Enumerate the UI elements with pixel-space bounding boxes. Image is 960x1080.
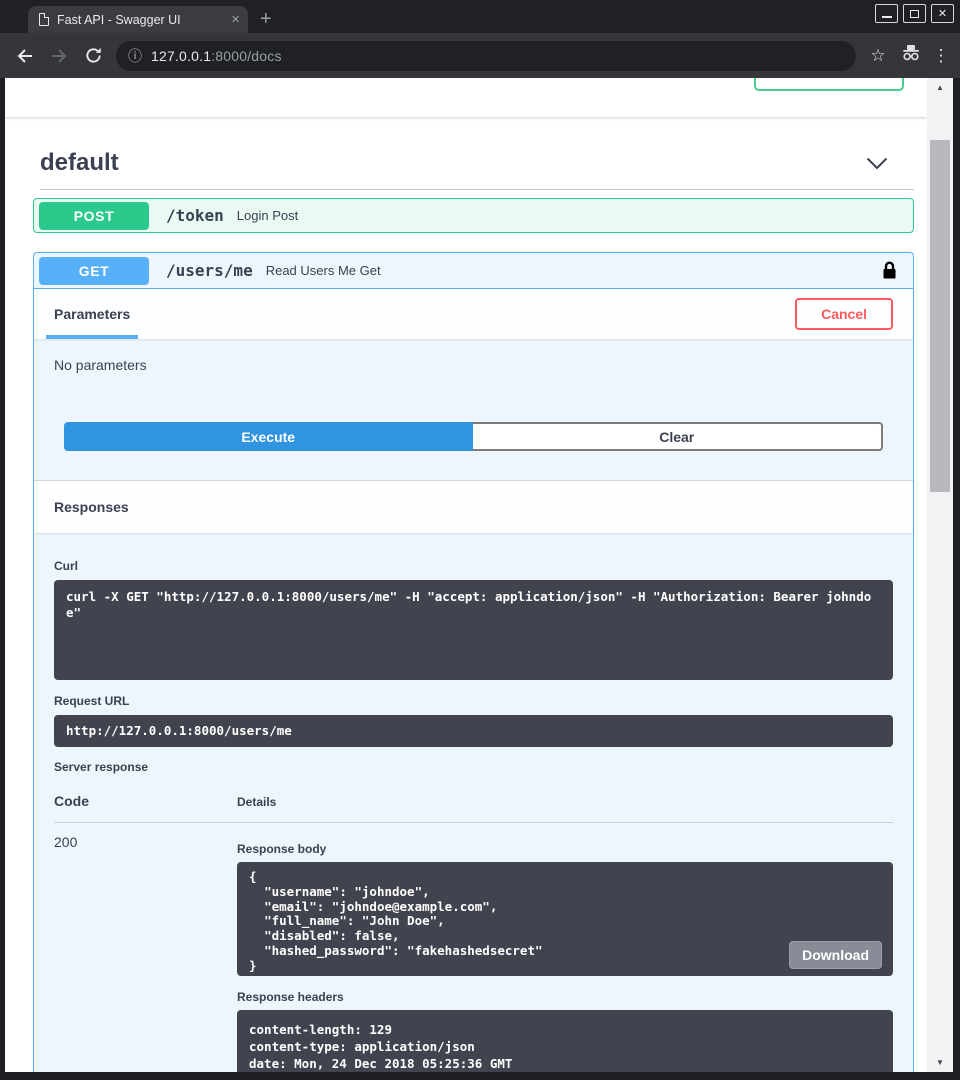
execute-button[interactable]: Execute bbox=[64, 422, 473, 451]
browser-tab[interactable]: Fast API - Swagger UI × bbox=[28, 6, 248, 33]
server-response-label: Server response bbox=[54, 760, 893, 774]
url-text: 127.0.0.1:8000/docs bbox=[151, 48, 282, 64]
cancel-button[interactable]: Cancel bbox=[795, 298, 893, 330]
page-favicon-icon bbox=[39, 13, 49, 26]
site-info-icon[interactable]: ⓘ bbox=[128, 46, 142, 66]
execute-wrapper: Execute Clear bbox=[64, 422, 883, 451]
back-button[interactable] bbox=[8, 46, 42, 66]
toolbar-right-icons: ☆ ⋮ bbox=[866, 44, 950, 67]
scroll-down-icon[interactable]: ▼ bbox=[927, 1058, 953, 1067]
clear-button[interactable]: Clear bbox=[473, 422, 884, 451]
lock-icon bbox=[882, 261, 897, 280]
authorize-button[interactable] bbox=[754, 78, 904, 91]
chevron-down-icon[interactable] bbox=[866, 157, 888, 170]
address-bar[interactable]: ⓘ 127.0.0.1:8000/docs bbox=[116, 41, 856, 71]
url-path: :8000/docs bbox=[211, 48, 282, 64]
no-parameters-text: No parameters bbox=[54, 357, 893, 373]
get-summary: Read Users Me Get bbox=[266, 263, 381, 278]
swagger-page: default POST /token Login Post GET /user… bbox=[5, 78, 927, 1072]
opblock-post-token[interactable]: POST /token Login Post bbox=[33, 198, 914, 233]
details-column-header: Details bbox=[237, 795, 276, 809]
response-details: Response body { "username": "johndoe", "… bbox=[237, 834, 893, 1072]
back-arrow-icon bbox=[15, 46, 35, 66]
maximize-button[interactable] bbox=[903, 4, 926, 23]
reload-icon bbox=[84, 46, 103, 65]
page-scrollbar[interactable]: ▲ ▼ bbox=[927, 78, 953, 1072]
parameters-tab-bar: Parameters Cancel bbox=[34, 289, 913, 339]
response-headers-text: content-length: 129 content-type: applic… bbox=[237, 1010, 893, 1072]
window-controls: ✕ bbox=[875, 4, 954, 23]
bookmark-star-icon[interactable]: ☆ bbox=[866, 46, 890, 66]
responses-title: Responses bbox=[54, 499, 129, 515]
code-column-header: Code bbox=[54, 793, 237, 809]
minimize-icon bbox=[882, 16, 892, 18]
close-window-button[interactable]: ✕ bbox=[931, 4, 954, 23]
tag-title: default bbox=[40, 149, 119, 177]
post-method-badge: POST bbox=[39, 202, 149, 230]
download-button[interactable]: Download bbox=[789, 941, 882, 969]
new-tab-button[interactable]: + bbox=[260, 8, 272, 31]
tag-section-header[interactable]: default bbox=[33, 149, 914, 177]
request-url-value: http://127.0.0.1:8000/users/me bbox=[54, 715, 893, 747]
scrollbar-thumb[interactable] bbox=[930, 140, 950, 492]
get-opblock-header[interactable]: GET /users/me Read Users Me Get bbox=[34, 253, 913, 289]
responses-inner: Curl curl -X GET "http://127.0.0.1:8000/… bbox=[34, 533, 913, 1072]
page-viewport: default POST /token Login Post GET /user… bbox=[5, 78, 953, 1072]
get-method-badge: GET bbox=[39, 257, 149, 285]
response-headers-label: Response headers bbox=[237, 990, 893, 1004]
response-body-json[interactable]: { "username": "johndoe", "email": "johnd… bbox=[237, 862, 893, 976]
minimize-button[interactable] bbox=[875, 4, 898, 23]
response-table-header: Code Details bbox=[54, 793, 893, 809]
response-body-label: Response body bbox=[237, 842, 893, 856]
response-body-text: { "username": "johndoe", "email": "johnd… bbox=[249, 869, 543, 973]
post-path: /token bbox=[166, 206, 224, 225]
tab-close-icon[interactable]: × bbox=[231, 12, 240, 27]
incognito-icon bbox=[898, 44, 924, 67]
parameters-section: No parameters Execute Clear bbox=[34, 339, 913, 480]
browser-window: Fast API - Swagger UI × + ✕ ⓘ 127.0.0.1:… bbox=[0, 0, 960, 1080]
reload-button[interactable] bbox=[76, 46, 110, 65]
forward-button[interactable] bbox=[42, 46, 76, 66]
auth-lock-button[interactable] bbox=[882, 261, 897, 280]
url-host: 127.0.0.1 bbox=[151, 48, 211, 64]
forward-arrow-icon bbox=[49, 46, 69, 66]
response-row: 200 Response body { "username": "johndoe… bbox=[54, 834, 893, 1072]
browser-menu-icon[interactable]: ⋮ bbox=[932, 46, 950, 66]
status-code: 200 bbox=[54, 834, 237, 1072]
active-tab-underline bbox=[46, 335, 138, 339]
browser-tab-strip: Fast API - Swagger UI × + ✕ bbox=[0, 0, 960, 33]
table-divider bbox=[54, 822, 893, 823]
get-path: /users/me bbox=[166, 261, 253, 280]
tab-title: Fast API - Swagger UI bbox=[57, 13, 225, 27]
curl-label: Curl bbox=[54, 559, 893, 573]
maximize-icon bbox=[910, 10, 919, 18]
tab-parameters[interactable]: Parameters bbox=[54, 306, 130, 322]
browser-toolbar: ⓘ 127.0.0.1:8000/docs ☆ ⋮ bbox=[0, 33, 960, 78]
opblock-get-users-me: GET /users/me Read Users Me Get Paramete… bbox=[33, 252, 914, 1072]
responses-header: Responses bbox=[34, 480, 913, 533]
section-divider bbox=[40, 189, 914, 190]
curl-command[interactable]: curl -X GET "http://127.0.0.1:8000/users… bbox=[54, 580, 893, 680]
scheme-container bbox=[5, 78, 927, 117]
api-content: default POST /token Login Post GET /user… bbox=[5, 149, 927, 1072]
post-summary: Login Post bbox=[237, 208, 298, 223]
request-url-label: Request URL bbox=[54, 694, 893, 708]
scroll-up-icon[interactable]: ▲ bbox=[927, 83, 953, 92]
